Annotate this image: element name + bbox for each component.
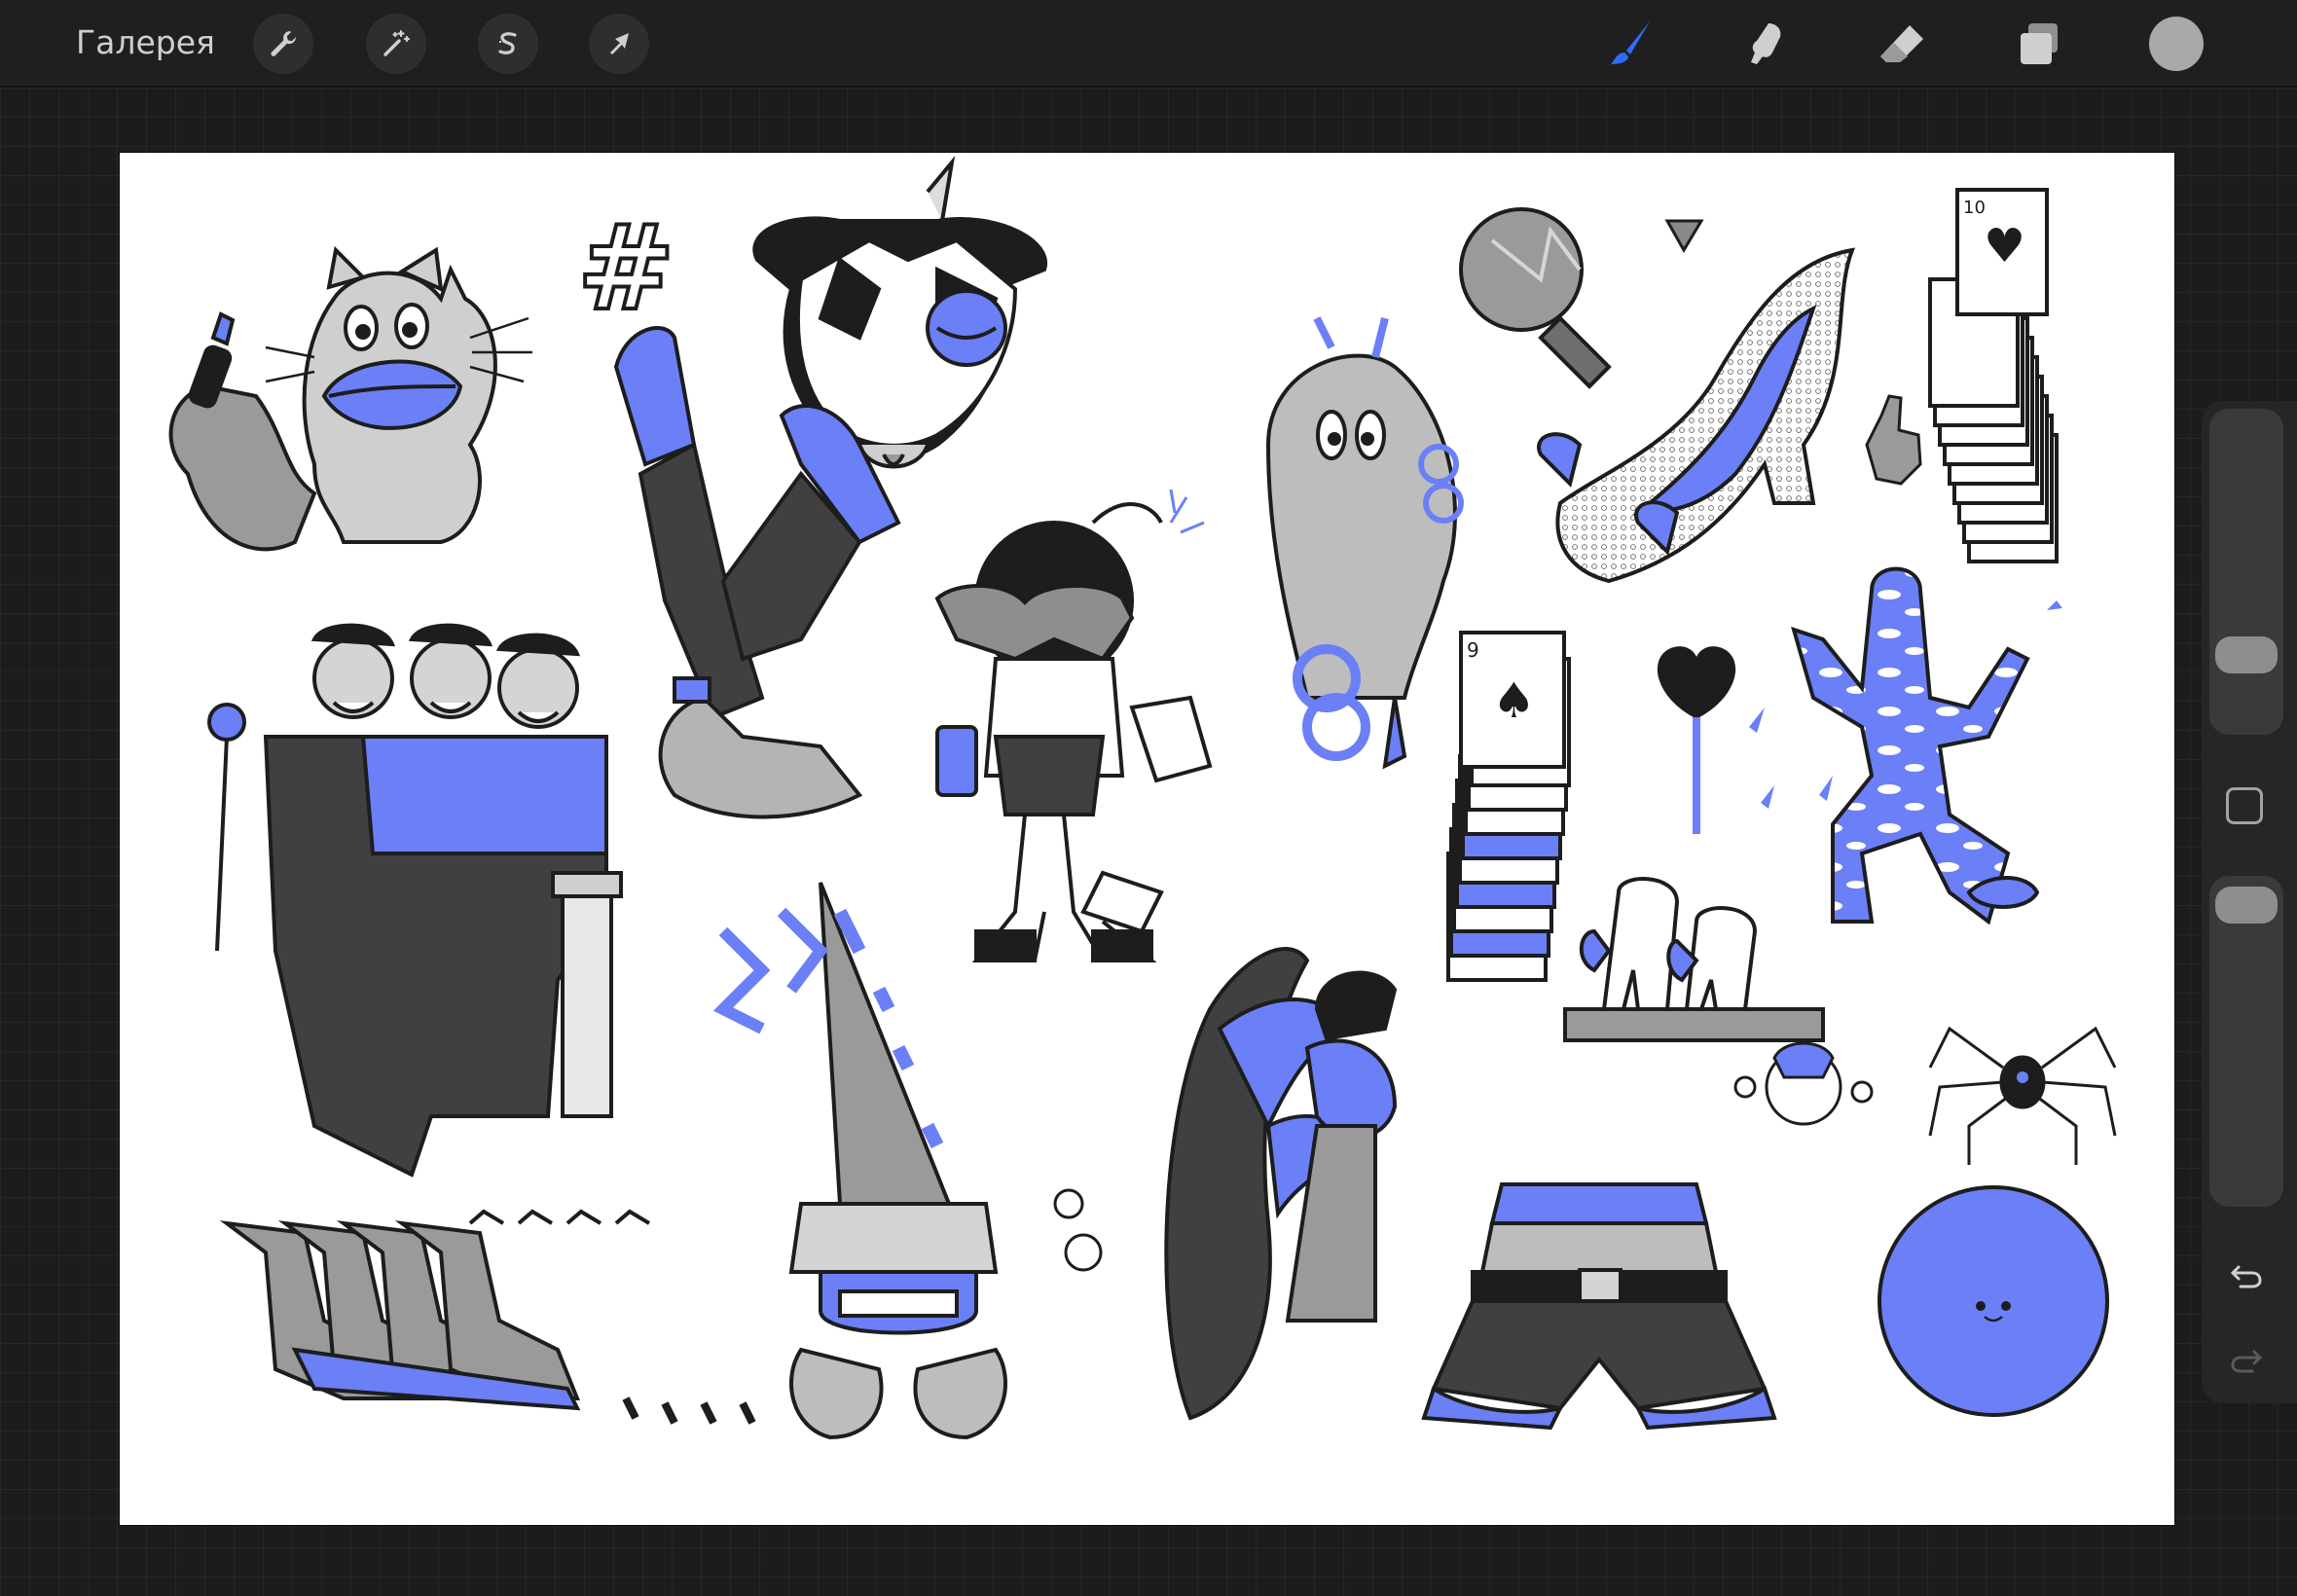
pointing-hand-sticker (1865, 394, 1922, 486)
brush-icon[interactable] (1601, 14, 1661, 74)
drawing-canvas[interactable]: # 10 ♥ 9 ♠ (120, 153, 2174, 1525)
undo-icon[interactable] (2224, 1251, 2269, 1295)
card-suit-spade: ♠ (1492, 672, 1536, 729)
brush-size-thumb[interactable] (2215, 636, 2278, 673)
blue-circle-sticker (1878, 1185, 2109, 1417)
magic-wand-icon[interactable] (366, 14, 426, 74)
cat-lipstick-sticker (168, 245, 532, 552)
ear-rings-sticker (1265, 316, 1464, 770)
dancers-line-sticker (219, 1209, 756, 1425)
sky-pattern-man-sticker (1791, 566, 2040, 925)
spider-sticker (1928, 1026, 2117, 1165)
wizard-hat-sticker (712, 882, 1103, 1440)
teeth-shelf-sticker (1563, 877, 1825, 1042)
top-toolbar: Галерея (0, 0, 2297, 86)
winged-woman-sticker (1164, 947, 1398, 1421)
heart-lollipop-sticker (1657, 646, 1736, 834)
lightbulb-sticker (1459, 207, 1612, 389)
opacity-thumb[interactable] (2215, 887, 2278, 924)
card-stack-spades: 9 ♠ (1446, 631, 1571, 982)
wrench-icon[interactable] (253, 14, 313, 74)
brush-size-slider[interactable] (2209, 409, 2283, 735)
triangle-sticker (1664, 219, 1704, 253)
small-bird-sticker (1733, 1041, 1874, 1126)
eraser-icon[interactable] (1873, 14, 1933, 74)
opacity-slider[interactable] (2209, 876, 2283, 1207)
three-headed-man-sticker (207, 623, 623, 1178)
card-suit-heart: ♥ (1984, 219, 2025, 273)
selection-s-icon[interactable] (478, 14, 538, 74)
sticker-sheet-artwork: # 10 ♥ 9 ♠ (168, 156, 2117, 1440)
gallery-button[interactable]: Галерея (76, 18, 215, 68)
arrow-cursor-icon[interactable] (589, 14, 649, 74)
high-heel-rooster-sticker (1537, 247, 1856, 584)
bomb-girl-sticker (934, 489, 1213, 962)
layers-icon[interactable] (2009, 14, 2069, 74)
modifier-button[interactable] (2226, 787, 2263, 824)
card-corner-ten: 10 (1963, 198, 1986, 218)
color-swatch-icon[interactable] (2149, 17, 2204, 71)
smudge-icon[interactable] (1735, 14, 1796, 74)
hash-symbol: # (577, 201, 675, 337)
belted-pants-sticker (1421, 1182, 1777, 1431)
redo-icon[interactable] (2224, 1335, 2269, 1380)
card-stack-hearts: 10 ♥ (1928, 188, 2059, 563)
card-corner-nine: 9 (1467, 638, 1479, 662)
